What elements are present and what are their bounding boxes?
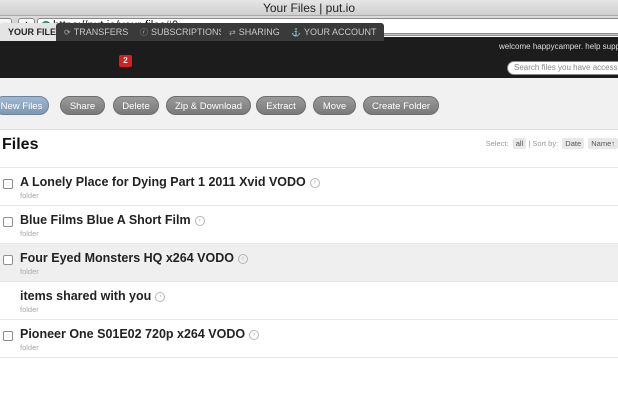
file-checkbox[interactable] [3, 331, 13, 341]
file-checkbox[interactable] [3, 217, 13, 227]
share-button[interactable]: Share [60, 96, 105, 115]
extract-button[interactable]: Extract [256, 96, 306, 115]
new-files-button[interactable]: New Files [0, 96, 49, 115]
create-folder-button[interactable]: Create Folder [363, 96, 439, 115]
file-name-text: A Lonely Place for Dying Part 1 2011 Xvi… [20, 175, 306, 189]
select-label: Select: [485, 139, 509, 148]
sort-bar: Select: all | Sort by: Date Name↑ [485, 138, 618, 149]
file-name[interactable]: Blue Films Blue A Short Film › [20, 213, 205, 227]
tab-label: SUBSCRIPTIONS [151, 27, 225, 37]
sort-by-name-button[interactable]: Name↑ [588, 138, 618, 149]
file-type: folder [20, 305, 39, 314]
search-input[interactable]: Search files you have access [507, 61, 618, 75]
window-title: Your Files | put.io [0, 0, 618, 16]
file-name-text: items shared with you [20, 289, 152, 303]
info-icon[interactable]: › [249, 330, 260, 340]
file-row[interactable]: items shared with you › folder [0, 282, 618, 320]
tab-label: TRANSFERS [73, 27, 129, 37]
tab-subscriptions[interactable]: ⓡ SUBSCRIPTIONS [132, 23, 233, 41]
info-icon[interactable]: › [194, 216, 205, 226]
file-name[interactable]: A Lonely Place for Dying Part 1 2011 Xvi… [20, 175, 320, 189]
sort-by-date-button[interactable]: Date [562, 138, 585, 149]
tab-label: YOUR FILES [8, 27, 63, 37]
account-icon: ⚓ [291, 28, 301, 37]
file-name[interactable]: Four Eyed Monsters HQ x264 VODO › [20, 251, 248, 265]
file-checkbox[interactable] [3, 179, 13, 189]
file-name-text: Blue Films Blue A Short Film [20, 213, 191, 227]
transfers-count-badge: 2 [119, 55, 132, 67]
zip-download-button[interactable]: Zip & Download [166, 96, 251, 115]
tab-label: SHARING [238, 27, 280, 37]
file-row[interactable]: Blue Films Blue A Short Film › folder [0, 206, 618, 244]
file-type: folder [20, 343, 39, 352]
delete-button[interactable]: Delete [113, 96, 159, 115]
info-icon[interactable]: › [237, 254, 248, 264]
file-row[interactable]: A Lonely Place for Dying Part 1 2011 Xvi… [0, 168, 618, 206]
file-checkbox[interactable] [3, 255, 13, 265]
tab-label: YOUR ACCOUNT [303, 27, 377, 37]
tab-sharing[interactable]: ⇄ SHARING [221, 23, 288, 41]
sort-label: | Sort by: [528, 139, 559, 148]
info-icon[interactable]: › [309, 178, 320, 188]
file-name-text: Four Eyed Monsters HQ x264 VODO [20, 251, 234, 265]
tab-transfers[interactable]: ⟳ TRANSFERS [56, 23, 137, 41]
select-all-button[interactable]: all [512, 138, 527, 149]
file-type: folder [20, 229, 39, 238]
rss-icon: ⓡ [140, 28, 148, 37]
move-button[interactable]: Move [313, 96, 356, 115]
page-title: Files [2, 136, 39, 153]
file-name[interactable]: items shared with you › [20, 289, 166, 303]
info-icon[interactable]: › [155, 292, 166, 302]
file-name-text: Pioneer One S01E02 720p x264 VODO [20, 327, 246, 341]
welcome-text: welcome happycamper. help supp [499, 42, 618, 51]
file-row[interactable]: Pioneer One S01E02 720p x264 VODO › folde… [0, 320, 618, 358]
tab-your-account[interactable]: ⚓ YOUR ACCOUNT [283, 23, 385, 41]
file-type: folder [20, 191, 39, 200]
file-name[interactable]: Pioneer One S01E02 720p x264 VODO › [20, 327, 260, 341]
share-icon: ⇄ [229, 28, 236, 37]
file-type: folder [20, 267, 39, 276]
refresh-icon: ⟳ [64, 28, 71, 37]
file-row[interactable]: Four Eyed Monsters HQ x264 VODO › folder [0, 244, 618, 282]
